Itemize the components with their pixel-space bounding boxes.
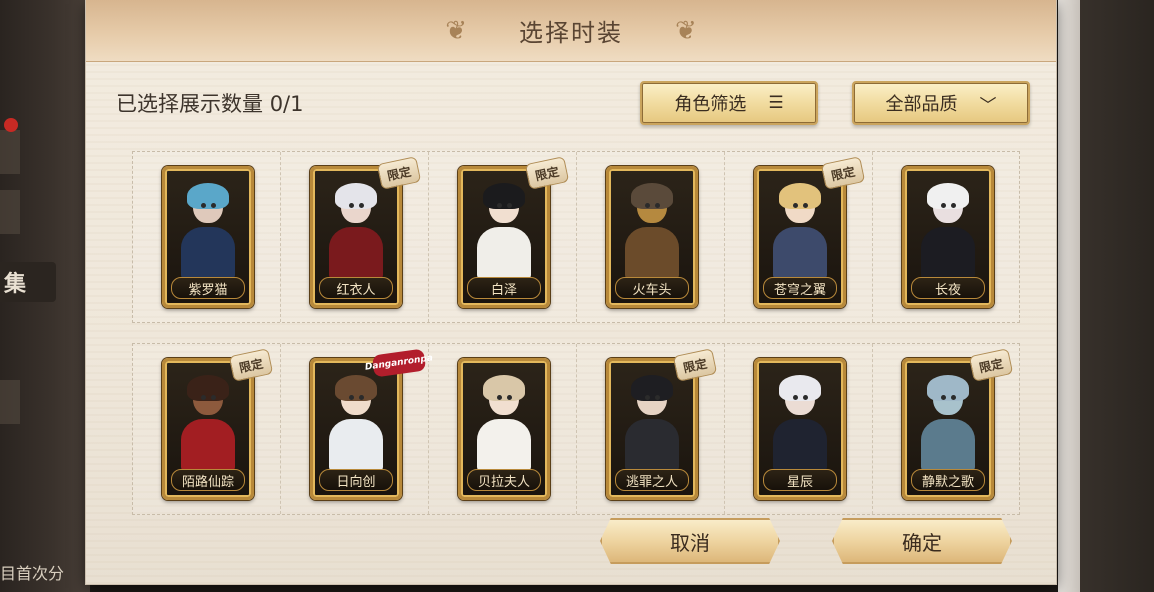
costume-cell: 苍穹之翼 限定 [725, 152, 873, 322]
laurel-icon: ❦ [675, 15, 697, 46]
quality-dropdown[interactable]: 全部品质 ﹀ [852, 81, 1030, 125]
costume-card[interactable]: 星辰 [754, 358, 846, 500]
background-strip [0, 380, 20, 424]
character-portrait [177, 375, 239, 471]
selected-label-text: 已选择展示数量 [116, 92, 263, 116]
costume-name: 苍穹之翼 [763, 277, 837, 299]
costume-cell: 静默之歌 限定 [873, 344, 1021, 514]
costume-name: 长夜 [911, 277, 985, 299]
costume-name: 红衣人 [319, 277, 393, 299]
costume-name: 静默之歌 [911, 469, 985, 491]
costume-cell: 长夜 [873, 152, 1021, 322]
costume-cell: 逃罪之人 限定 [577, 344, 725, 514]
selected-count-value: 0/1 [269, 92, 304, 116]
list-icon: ☰ [768, 93, 784, 113]
costume-row: 紫罗猫 红衣人 限定 白泽 限定 火车头 苍穹之翼 限定 长夜 [132, 151, 1020, 323]
quality-dropdown-label: 全部品质 [885, 94, 958, 115]
costume-cell: 白泽 限定 [429, 152, 577, 322]
character-portrait [769, 183, 831, 279]
collab-badge: Danganronpa [364, 348, 434, 378]
costume-cell: 星辰 [725, 344, 873, 514]
character-portrait [769, 375, 831, 471]
select-costume-dialog: ❦ 选择时装 ❦ 已选择展示数量 0/1 角色筛选 ☰ 全部品质 ﹀ 紫罗猫 红衣… [86, 0, 1056, 584]
background-side-tab[interactable]: 集 [0, 262, 56, 302]
costume-name: 贝拉夫人 [467, 469, 541, 491]
costume-card[interactable]: 贝拉夫人 [458, 358, 550, 500]
costume-name: 日向创 [319, 469, 393, 491]
confirm-button[interactable]: 确定 [832, 518, 1012, 564]
selected-count-label: 已选择展示数量 0/1 [116, 88, 303, 118]
costume-row: 陌路仙踪 限定 日向创 Danganronpa 贝拉夫人 逃罪之人 限定 星辰 静默之歌 限定 [132, 343, 1020, 515]
character-portrait [325, 183, 387, 279]
character-portrait [621, 375, 683, 471]
notification-dot [4, 118, 18, 132]
costume-card[interactable]: 日向创 [310, 358, 402, 500]
character-portrait [621, 183, 683, 279]
background-right-panel [1058, 0, 1154, 592]
costume-name: 逃罪之人 [615, 469, 689, 491]
character-filter-label: 角色筛选 [674, 94, 747, 115]
limited-badge: 限定 [820, 156, 866, 190]
dialog-header: ❦ 选择时装 ❦ [86, 0, 1056, 62]
costume-name: 星辰 [763, 469, 837, 491]
cancel-button[interactable]: 取消 [600, 518, 780, 564]
costume-name: 陌路仙踪 [171, 469, 245, 491]
costume-card[interactable]: 紫罗猫 [162, 166, 254, 308]
character-portrait [177, 183, 239, 279]
limited-badge: 限定 [672, 348, 718, 382]
background-strip [0, 190, 20, 234]
chevron-down-icon: ﹀ [979, 95, 997, 116]
character-filter-button[interactable]: 角色筛选 ☰ [640, 81, 818, 125]
costume-cell: 紫罗猫 [133, 152, 281, 322]
costume-cell: 陌路仙踪 限定 [133, 344, 281, 514]
costume-name: 火车头 [615, 277, 689, 299]
costume-cell: 贝拉夫人 [429, 344, 577, 514]
laurel-icon: ❦ [445, 15, 467, 46]
background-strip [0, 130, 20, 174]
background-right-edge [1058, 0, 1080, 592]
character-portrait [917, 375, 979, 471]
costume-cell: 火车头 [577, 152, 725, 322]
character-portrait [325, 375, 387, 471]
character-portrait [473, 375, 535, 471]
limited-badge: 限定 [524, 156, 570, 190]
limited-badge: 限定 [376, 156, 422, 190]
dialog-title: 选择时装 [519, 19, 623, 47]
character-portrait [473, 183, 535, 279]
costume-name: 紫罗猫 [171, 277, 245, 299]
costume-cell: 红衣人 限定 [281, 152, 429, 322]
background-bottom-text: 目首次分 [0, 564, 65, 583]
costume-name: 白泽 [467, 277, 541, 299]
limited-badge: 限定 [968, 348, 1014, 382]
character-portrait [917, 183, 979, 279]
costume-card[interactable]: 长夜 [902, 166, 994, 308]
limited-badge: 限定 [228, 348, 274, 382]
costume-cell: 日向创 Danganronpa [281, 344, 434, 514]
costume-card[interactable]: 火车头 [606, 166, 698, 308]
